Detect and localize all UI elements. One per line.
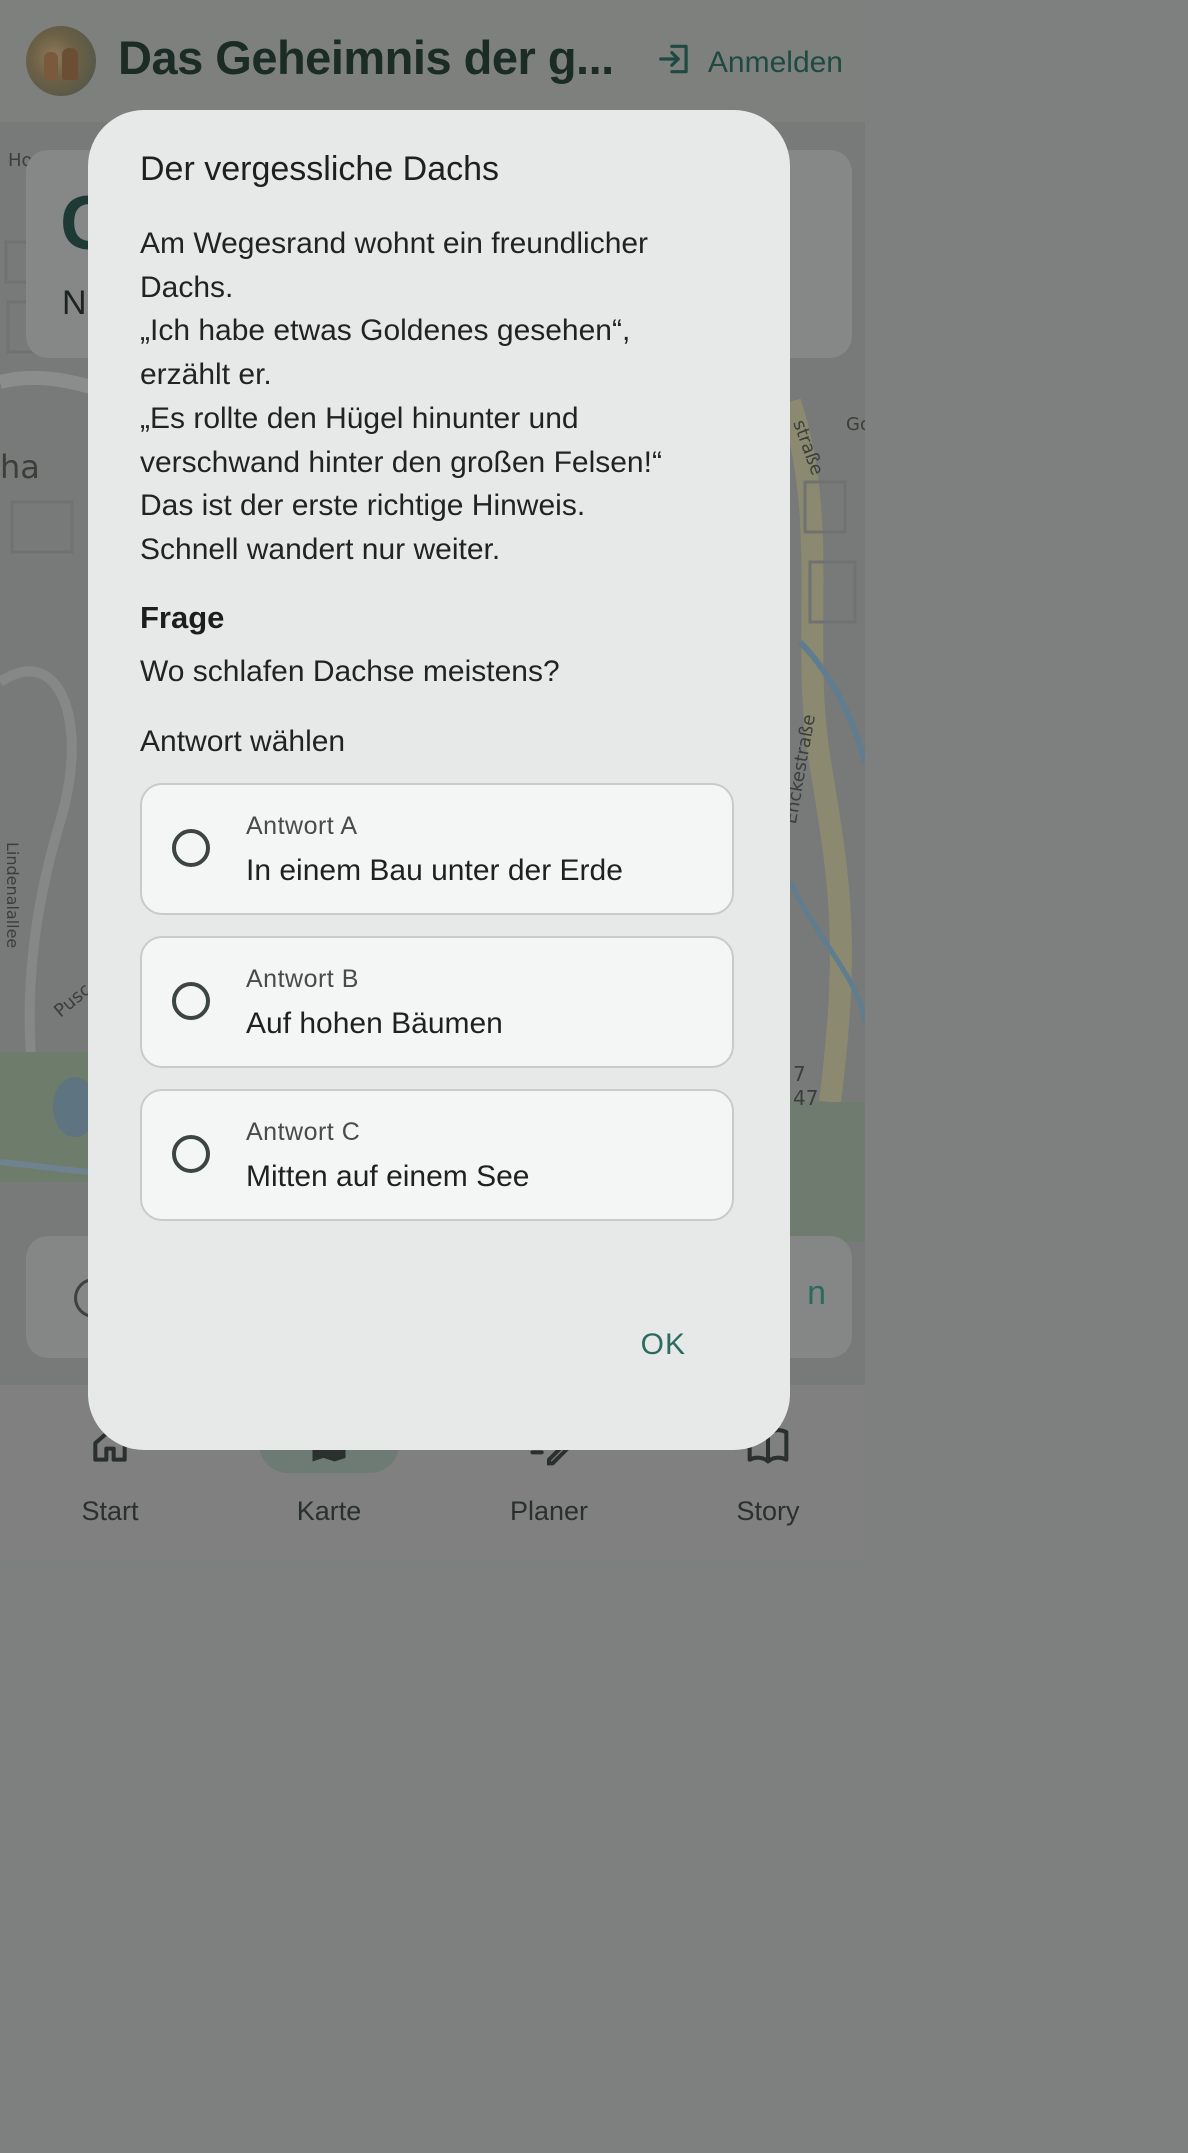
choose-answer-label: Antwort wählen (140, 725, 346, 758)
question-heading: Frage (140, 600, 225, 635)
nav-label: Story (736, 1496, 800, 1526)
answer-option-a[interactable]: Antwort A In einem Bau unter der Erde (140, 783, 734, 915)
answer-label: Antwort C (246, 1118, 361, 1146)
login-label: Anmelden (707, 46, 843, 79)
nav-label: Karte (296, 1496, 362, 1526)
map-info-card-label: N (62, 284, 87, 322)
radio-button[interactable] (172, 829, 210, 867)
radio-button[interactable] (172, 1135, 210, 1173)
map-label: ha (0, 448, 40, 486)
ok-button[interactable]: OK (637, 1328, 690, 1362)
avatar-figure (62, 48, 78, 80)
answer-label: Antwort A (246, 812, 358, 840)
avatar-figure (44, 52, 58, 80)
question-text: Wo schlafen Dachse meistens? (140, 655, 560, 688)
login-icon (656, 40, 694, 86)
answer-label: Antwort B (246, 965, 359, 993)
nav-label: Planer (509, 1496, 589, 1526)
map-label: 7 (793, 1062, 806, 1086)
answer-text: Auf hohen Bäumen (246, 1007, 503, 1040)
app-bar: Das Geheimnis der g... Anmelden (0, 0, 865, 122)
dialog-story-text: Am Wegesrand wohnt ein freundlicher Dach… (140, 227, 662, 566)
app-title: Das Geheimnis der g... (118, 31, 614, 84)
map-label: 47 (793, 1086, 819, 1110)
nav-label: Start (81, 1496, 139, 1526)
map-label: Go (846, 414, 865, 435)
answer-text: In einem Bau unter der Erde (246, 854, 623, 887)
answer-option-b[interactable]: Antwort B Auf hohen Bäumen (140, 936, 734, 1068)
login-button[interactable]: Anmelden (656, 40, 843, 86)
radio-button[interactable] (172, 982, 210, 1020)
dialog-title: Der vergessliche Dachs (140, 150, 500, 188)
answer-option-c[interactable]: Antwort C Mitten auf einem See (140, 1089, 734, 1221)
avatar[interactable] (26, 26, 96, 96)
quiz-dialog: Der vergessliche Dachs Am Wegesrand wohn… (88, 110, 790, 1450)
map-action-label: n (807, 1274, 826, 1312)
map-label: Lindenalallee (3, 842, 22, 949)
answer-text: Mitten auf einem See (246, 1160, 530, 1193)
